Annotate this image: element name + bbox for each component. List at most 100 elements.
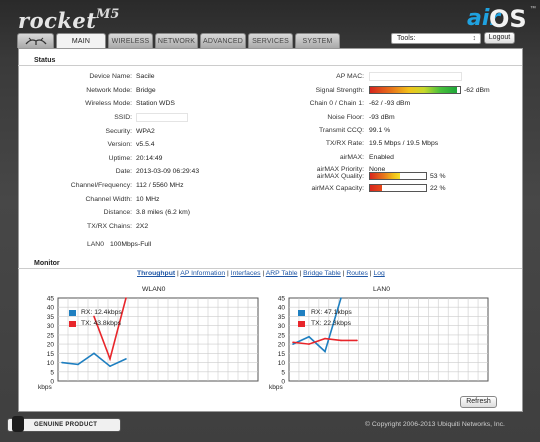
status-left-value: 3.8 miles (6.2 km) <box>136 209 191 216</box>
y-tick-label: 40 <box>47 305 55 312</box>
genuine-product-badge: GENUINE PRODUCT <box>7 416 121 432</box>
status-left-value: 2X2 <box>136 223 149 230</box>
link-ap-information[interactable]: AP Information <box>180 270 225 277</box>
signal-strength-meter <box>369 86 461 94</box>
status-right-value: 22 % <box>430 185 446 192</box>
data-point <box>292 343 294 345</box>
y-tick-label: 25 <box>278 332 286 339</box>
y-tick-label: 10 <box>278 360 286 367</box>
y-tick-label: 45 <box>278 296 286 303</box>
select-arrow-icon: ↕ <box>472 35 477 42</box>
y-axis-unit-label: kbps <box>269 384 283 391</box>
status-right-value: -62 / -93 dBm <box>369 100 411 107</box>
status-right-row: airMAX Quality: <box>0 172 364 181</box>
wlan0-rx-legend-label: RX: 12.4kbps <box>81 309 122 316</box>
status-right-value: 53 % <box>430 173 446 180</box>
data-point <box>93 352 95 355</box>
status-left-key: Channel Width: <box>85 196 132 203</box>
wlan0-chart-title: WLAN0 <box>142 286 166 293</box>
y-axis-unit-label: kbps <box>38 384 52 391</box>
status-right-value: 99.1 % <box>369 127 391 134</box>
wlan0-tx-legend-swatch <box>69 321 76 327</box>
status-left-key: TX/RX Chains: <box>87 223 132 230</box>
data-point <box>125 297 127 299</box>
logout-button[interactable]: Logout <box>484 32 515 44</box>
data-point <box>109 365 111 368</box>
status-right-key: Signal Strength: <box>315 87 364 94</box>
status-left-value: 10 MHz <box>136 196 160 203</box>
status-right-key: TX/RX Rate: <box>325 140 364 147</box>
status-right-value: 19.5 Mbps / 19.5 Mbps <box>369 140 439 147</box>
status-left-row: Distance: <box>0 208 132 217</box>
model-label: M5 <box>96 7 120 22</box>
tools-select[interactable]: Tools: ↕ <box>391 33 481 44</box>
y-tick-label: 25 <box>47 332 55 339</box>
y-tick-label: 35 <box>278 314 286 321</box>
tab-main[interactable]: MAIN <box>56 33 106 48</box>
data-point <box>125 358 127 360</box>
lan0-row: LAN0 <box>0 240 104 249</box>
data-point <box>340 297 342 299</box>
signal-strength-fill <box>370 87 458 93</box>
data-point <box>324 350 326 353</box>
monitor-section-title: Monitor <box>18 258 522 269</box>
lan0-chart-title: LAN0 <box>373 286 391 293</box>
lan0-tx-legend-label: TX: 22.3kbps <box>311 320 352 327</box>
status-right-key: AP MAC: <box>336 73 364 80</box>
y-tick-label: 15 <box>278 351 286 358</box>
link-routes[interactable]: Routes <box>346 270 368 277</box>
status-right-value: Enabled <box>369 154 394 161</box>
tab-wireless[interactable]: WIRELESS <box>108 33 153 48</box>
airmax-capacity-fill <box>370 185 383 191</box>
lan0-throughput-chart: 051015202530354045kbps <box>269 296 489 391</box>
airos-logo-os: OS <box>489 5 527 33</box>
data-point <box>308 335 310 338</box>
status-right-key: Noise Floor: <box>327 114 364 121</box>
lan0-value: 100Mbps-Full <box>110 241 152 248</box>
rocket-logo: rocket <box>18 8 97 33</box>
link-log[interactable]: Log <box>373 270 384 277</box>
status-right-value: -93 dBm <box>369 114 395 121</box>
lan0-rx-legend-swatch <box>298 310 305 316</box>
wlan0-rx-legend-swatch <box>69 310 76 316</box>
ssid-redacted <box>136 113 188 122</box>
y-tick-label: 20 <box>47 342 55 349</box>
monitor-links: Throughput | AP Information | Interfaces… <box>137 270 385 277</box>
link-arp-table[interactable]: ARP Table <box>266 270 298 277</box>
wlan0-tx-legend-label: TX: 43.8kbps <box>81 320 122 327</box>
y-tick-label: 15 <box>47 351 55 358</box>
lan0-tx-legend-swatch <box>298 321 305 327</box>
status-right-row: airMAX Capacity: <box>0 184 364 193</box>
status-right-key: airMAX: <box>339 154 364 161</box>
wlan0-throughput-chart: 051015202530354045kbps <box>38 296 259 391</box>
lan0-rx-legend-label: RX: 47.1kbps <box>311 309 352 316</box>
link-throughput[interactable]: Throughput <box>137 270 175 277</box>
tab-advanced[interactable]: ADVANCED <box>200 33 246 48</box>
data-point <box>324 337 326 340</box>
ubiquiti-logo-icon <box>25 37 46 45</box>
status-right-key: Chain 0 / Chain 1: <box>309 100 364 107</box>
data-point <box>61 361 63 364</box>
tab-system[interactable]: SYSTEM <box>295 33 340 48</box>
status-right-value: -62 dBm <box>464 87 490 94</box>
status-right-row: Transmit CCQ: <box>0 126 364 135</box>
y-tick-label: 5 <box>50 369 54 376</box>
y-tick-label: 20 <box>278 342 286 349</box>
tab-services[interactable]: SERVICES <box>248 33 293 48</box>
status-right-row: airMAX: <box>0 153 364 162</box>
tab-ubiquiti[interactable] <box>17 33 54 48</box>
status-right-key: airMAX Capacity: <box>311 185 364 192</box>
data-point <box>109 358 111 360</box>
y-tick-label: 45 <box>47 296 55 303</box>
lock-shield-icon <box>12 416 24 432</box>
y-tick-label: 5 <box>281 369 285 376</box>
refresh-button[interactable]: Refresh <box>460 396 497 408</box>
status-left-row: Channel Width: <box>0 195 132 204</box>
tab-network[interactable]: NETWORK <box>155 33 198 48</box>
airmax-quality-meter <box>369 172 427 180</box>
link-interfaces[interactable]: Interfaces <box>231 270 261 277</box>
status-right-key: Transmit CCQ: <box>318 127 364 134</box>
status-right-row: Signal Strength: <box>0 86 364 95</box>
data-point <box>308 343 310 345</box>
link-bridge-table[interactable]: Bridge Table <box>303 270 341 277</box>
